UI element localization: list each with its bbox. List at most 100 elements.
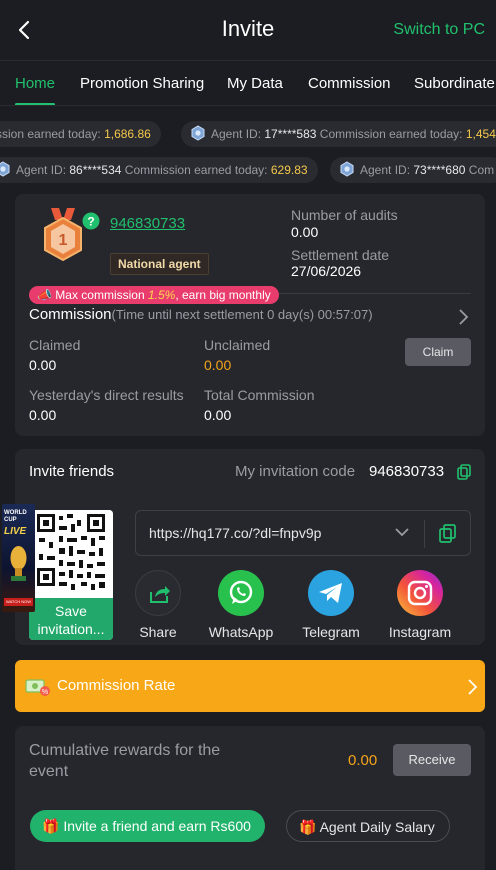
tab-home[interactable]: Home bbox=[15, 75, 55, 92]
world-cup-poster-image: WORLD CUP LIVE WATCH NOW bbox=[2, 504, 35, 612]
poster-text-world: WORLD bbox=[4, 510, 27, 516]
invite-friends-card: Invite friends My invitation code 946830… bbox=[2, 449, 485, 645]
ticker-text: Commission earned today: bbox=[121, 163, 271, 177]
svg-text:?: ? bbox=[87, 215, 94, 229]
commission-rate-bar[interactable]: % Commission Rate bbox=[15, 660, 485, 712]
medal-icon bbox=[191, 125, 205, 141]
telegram-label: Telegram bbox=[302, 624, 360, 640]
money-icon: % bbox=[25, 679, 50, 696]
ticker-amount: 629.83 bbox=[270, 163, 308, 177]
commission-rate-label: Commission Rate bbox=[57, 677, 176, 694]
invite-friends-title: Invite friends bbox=[29, 463, 115, 480]
ticker-agent-id: 73****680 bbox=[413, 163, 466, 177]
total-commission-value: 0.00 bbox=[204, 407, 232, 423]
ticker-item: ssion earned today: 1,686.86 bbox=[0, 121, 161, 147]
claim-button[interactable]: Claim bbox=[405, 338, 471, 366]
ticker-text: ssion earned today: bbox=[0, 127, 105, 141]
copy-url-icon[interactable] bbox=[439, 524, 456, 543]
poster-text-cup: CUP bbox=[4, 517, 17, 523]
chevron-down-icon[interactable] bbox=[395, 527, 409, 537]
unclaimed-value: 0.00 bbox=[204, 357, 232, 373]
chevron-right-icon[interactable] bbox=[466, 678, 478, 696]
instagram-icon bbox=[397, 570, 443, 616]
help-icon[interactable]: ? bbox=[82, 212, 100, 230]
trophy-icon bbox=[10, 546, 27, 581]
event-rewards-card: Cumulative rewards for the event 0.00 Re… bbox=[15, 726, 485, 870]
qr-code-card[interactable]: Save invitation... bbox=[29, 510, 113, 640]
instagram-label: Instagram bbox=[388, 624, 452, 640]
ticker-item: Agent ID: 73****680 Com bbox=[330, 157, 496, 183]
telegram-share-button[interactable]: Telegram bbox=[286, 570, 376, 640]
poster-text: WORLD CUP bbox=[4, 510, 27, 524]
promo-text: , earn big monthly bbox=[175, 288, 271, 302]
tab-my-data[interactable]: My Data bbox=[227, 75, 283, 92]
audits-label: Number of audits bbox=[291, 207, 398, 223]
total-commission-label: Total Commission bbox=[204, 387, 315, 403]
commission-ticker-row-1: ssion earned today: 1,686.86 Agent ID: 1… bbox=[0, 121, 496, 147]
share-button[interactable]: Share bbox=[113, 570, 203, 640]
share-label: Share bbox=[139, 624, 177, 640]
claimed-value: 0.00 bbox=[29, 357, 57, 373]
settlement-label: Settlement date bbox=[291, 247, 390, 263]
cumulative-rewards-value: 0.00 bbox=[348, 752, 378, 769]
tab-bar: Home Promotion Sharing My Data Commissio… bbox=[0, 60, 496, 106]
invitation-url-field[interactable]: https://hq177.co/?dl=fnpv9p bbox=[135, 510, 471, 556]
ticker-text: Agent ID: bbox=[16, 163, 70, 177]
svg-text:%: % bbox=[42, 689, 48, 696]
ticker-item: Agent ID: 17****583 Commission earned to… bbox=[181, 121, 496, 147]
invite-friend-earn-button[interactable]: 🎁 Invite a friend and earn Rs600 bbox=[30, 810, 265, 842]
settlement-countdown: (Time until next settlement 0 day(s) 00:… bbox=[111, 307, 373, 322]
audits-value: 0.00 bbox=[291, 224, 319, 240]
ticker-item: Agent ID: 86****534 Commission earned to… bbox=[0, 157, 318, 183]
gift-icon: 🎁 bbox=[299, 819, 317, 835]
ticker-text: Agent ID: bbox=[360, 163, 414, 177]
agent-daily-salary-label: Agent Daily Salary bbox=[319, 819, 435, 835]
promo-rate: 1.5% bbox=[147, 288, 176, 302]
whatsapp-icon bbox=[218, 570, 264, 616]
telegram-icon bbox=[308, 570, 354, 616]
agent-daily-salary-button[interactable]: 🎁 Agent Daily Salary bbox=[286, 810, 450, 842]
whatsapp-label: WhatsApp bbox=[208, 624, 274, 640]
commission-ticker-row-2: Agent ID: 86****534 Commission earned to… bbox=[0, 157, 496, 183]
switch-to-pc-link[interactable]: Switch to PC bbox=[393, 21, 485, 39]
poster-watch-now-text: WATCH NOW bbox=[4, 598, 33, 606]
whatsapp-share-button[interactable]: WhatsApp bbox=[196, 570, 286, 640]
ticker-agent-id: 17****583 bbox=[264, 127, 317, 141]
ticker-text: Commission earned today: bbox=[316, 127, 466, 141]
commission-heading[interactable]: Commission(Time until next settlement 0 … bbox=[29, 306, 373, 323]
yesterday-label: Yesterday's direct results bbox=[29, 387, 184, 403]
tab-commission[interactable]: Commission bbox=[308, 75, 391, 92]
copy-icon[interactable] bbox=[457, 464, 471, 480]
qr-code-icon bbox=[29, 510, 113, 598]
medal-icon bbox=[340, 161, 354, 177]
rank-number: 1 bbox=[59, 232, 68, 249]
invite-friend-earn-label: Invite a friend and earn Rs600 bbox=[63, 818, 251, 834]
claimed-label: Claimed bbox=[29, 337, 81, 353]
chevron-right-icon[interactable] bbox=[457, 308, 469, 326]
invitation-url: https://hq177.co/?dl=fnpv9p bbox=[149, 525, 322, 541]
receive-button[interactable]: Receive bbox=[393, 744, 471, 776]
ticker-text: Agent ID: bbox=[211, 127, 265, 141]
unclaimed-label: Unclaimed bbox=[204, 337, 271, 353]
save-invitation-label: invitation... bbox=[37, 621, 105, 637]
agent-commission-card: 1 ? 946830733 National agent Number of a… bbox=[15, 194, 485, 436]
commission-title: Commission bbox=[29, 306, 112, 323]
tab-subordinate[interactable]: Subordinate bbox=[414, 75, 495, 92]
promo-text: Max commission bbox=[55, 288, 148, 302]
promo-badge: 📣 Max commission 1.5%, earn big monthly bbox=[29, 286, 279, 304]
header: Invite Switch to PC bbox=[0, 0, 496, 60]
share-icon bbox=[135, 570, 181, 616]
save-invitation-button[interactable]: Save invitation... bbox=[29, 598, 113, 640]
ticker-amount: 1,686.86 bbox=[104, 127, 151, 141]
url-divider bbox=[424, 520, 425, 548]
instagram-share-button[interactable]: Instagram bbox=[375, 570, 465, 640]
tab-promotion-sharing[interactable]: Promotion Sharing bbox=[80, 75, 204, 92]
invitation-code-label: My invitation code bbox=[235, 463, 356, 480]
ticker-text: Com bbox=[465, 163, 495, 177]
active-tab-indicator bbox=[15, 103, 55, 105]
yesterday-value: 0.00 bbox=[29, 407, 57, 423]
invitation-code-value: 946830733 bbox=[369, 463, 445, 480]
agent-id-link[interactable]: 946830733 bbox=[110, 215, 185, 232]
poster-live-text: LIVE bbox=[4, 526, 27, 537]
ticker-amount: 1,454 bbox=[465, 127, 496, 141]
